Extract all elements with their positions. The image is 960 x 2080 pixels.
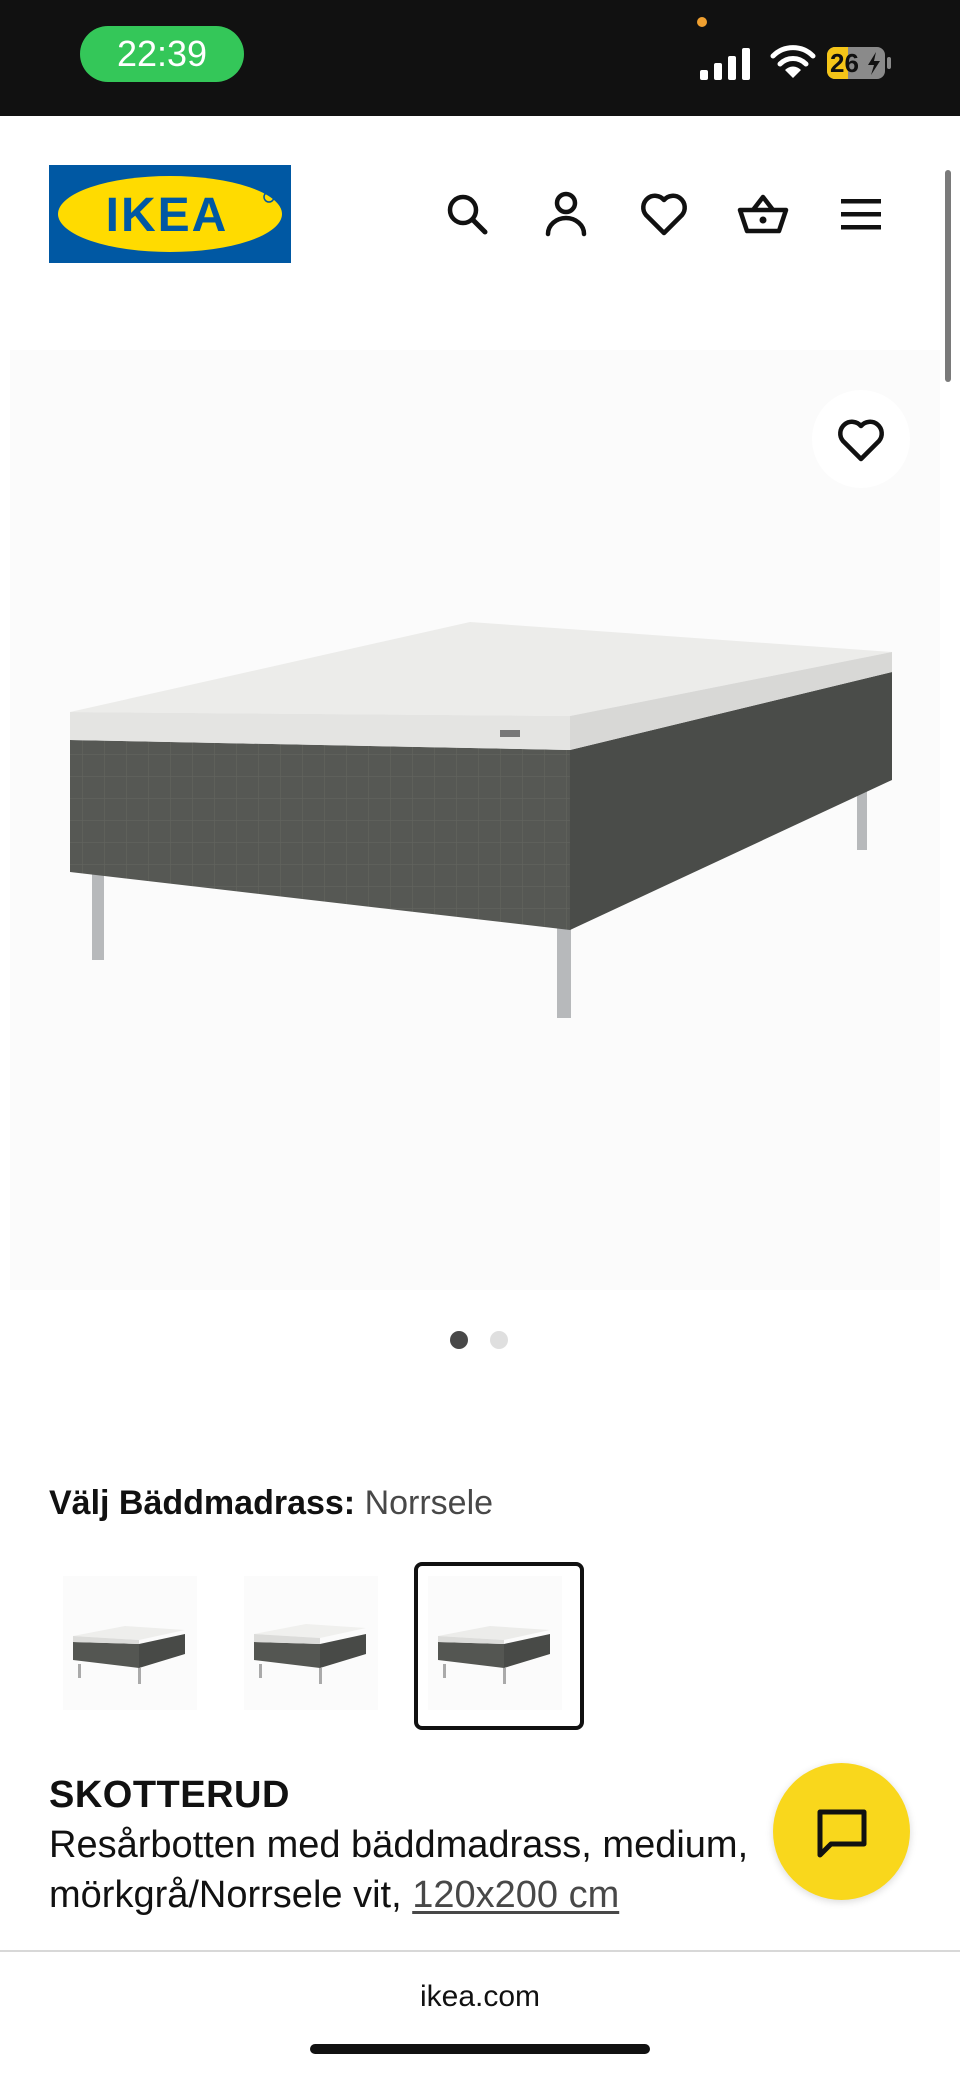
heart-icon[interactable] (638, 188, 690, 240)
cellular-signal-icon (700, 48, 750, 80)
basket-icon[interactable] (737, 188, 789, 240)
product-name: SKOTTERUD (49, 1774, 290, 1816)
status-time: 22:39 (80, 26, 244, 82)
variant-label: Välj Bäddmadrass: (49, 1484, 356, 1522)
privacy-indicator (697, 17, 707, 27)
browser-address-bar[interactable] (0, 1950, 960, 2080)
variant-chooser-label: Välj Bäddmadrass: Norrsele (49, 1482, 493, 1524)
variant-bed-image (428, 1576, 562, 1710)
account-icon[interactable] (540, 188, 592, 240)
browser-domain[interactable]: ikea.com (0, 1980, 960, 2014)
battery-indicator: 26 (826, 46, 892, 80)
svg-text:IKEA: IKEA (106, 189, 229, 242)
product-description-text: Resårbotten med bäddmadrass, medium, mör… (49, 1824, 749, 1916)
chat-button[interactable] (773, 1763, 910, 1900)
variant-thumbnail[interactable] (230, 1562, 400, 1730)
variant-bed-image (244, 1576, 378, 1710)
ikea-logo[interactable]: IKEA (49, 165, 291, 263)
variant-selected-value: Norrsele (364, 1484, 494, 1522)
variant-bed-image (63, 1576, 197, 1710)
variant-thumbnail-selected[interactable] (414, 1562, 584, 1730)
gallery-dot-1[interactable] (450, 1331, 468, 1349)
product-photo-bed (70, 622, 892, 1018)
product-description: Resårbotten med bäddmadrass, medium, mör… (49, 1820, 889, 1920)
heart-icon (838, 419, 884, 462)
battery-level: 26 (830, 48, 859, 78)
wifi-icon (770, 45, 816, 78)
gallery-dot-2[interactable] (490, 1331, 508, 1349)
variant-thumbnail[interactable] (49, 1562, 219, 1730)
add-to-wishlist-button[interactable] (812, 390, 910, 488)
size-link[interactable]: 120x200 cm (412, 1874, 619, 1916)
search-icon[interactable] (441, 188, 493, 240)
scrollbar[interactable] (945, 170, 951, 382)
home-indicator[interactable] (310, 2044, 650, 2054)
menu-icon[interactable] (835, 188, 887, 240)
chat-icon (817, 1809, 867, 1858)
